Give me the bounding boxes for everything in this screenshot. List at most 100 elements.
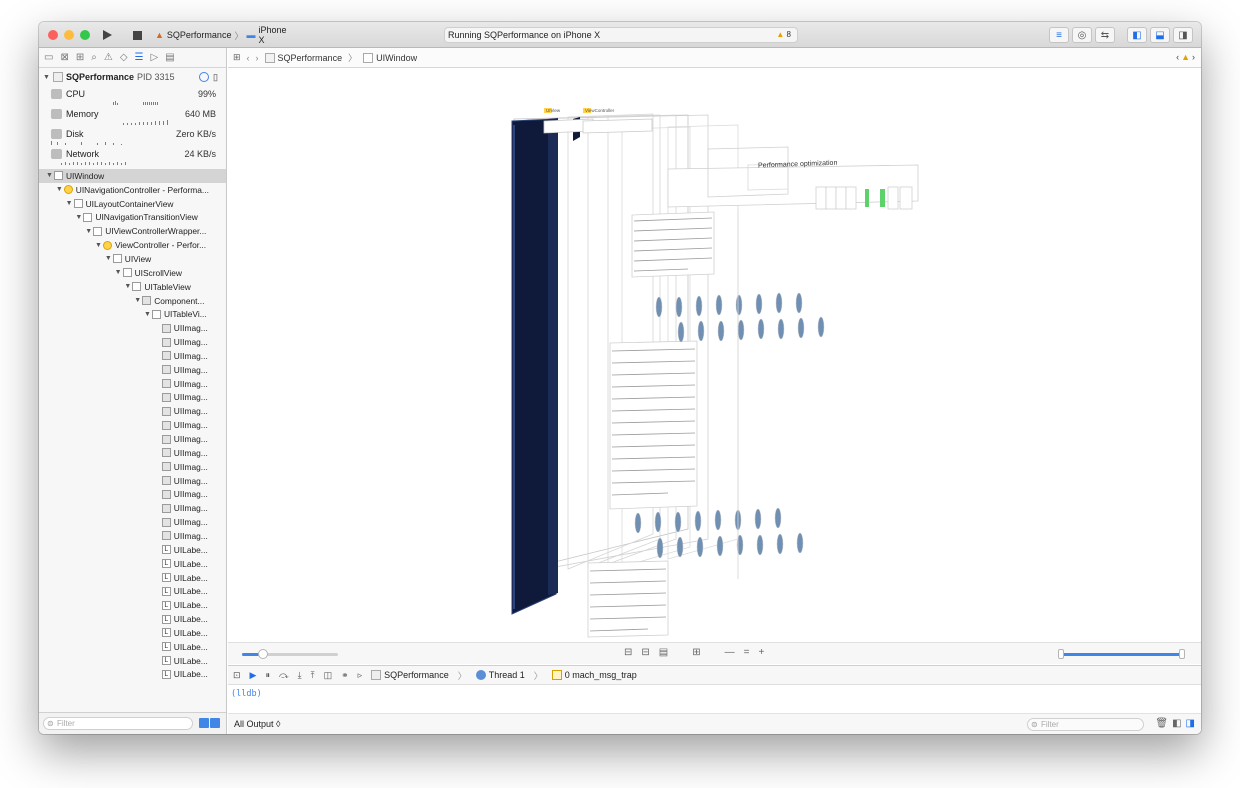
range-slider[interactable] — [1058, 649, 1185, 659]
toggle-navigator-button[interactable]: ◧ — [1127, 27, 1147, 43]
disclosure-icon[interactable]: ▼ — [84, 228, 93, 235]
debug-view-hierarchy-icon[interactable]: ◫ — [324, 670, 333, 681]
version-editor-button[interactable]: ⇆ — [1095, 27, 1115, 43]
output-selector[interactable]: All Output ◊ — [234, 719, 280, 729]
step-over-icon[interactable]: ⤼ — [279, 670, 289, 681]
toggle-utilities-button[interactable]: ◨ — [1173, 27, 1193, 43]
related-items-icon[interactable]: ⊞ — [233, 52, 241, 63]
tree-row[interactable]: ▼ UIViewControllerWrapper... — [39, 224, 226, 238]
navigator-filter-input[interactable]: ⊜ Filter — [43, 717, 193, 730]
gauge-disk[interactable]: Disk Zero KB/s — [39, 126, 226, 146]
gauge-icon[interactable] — [199, 72, 210, 82]
orient-3d-icon[interactable]: ⊞ — [692, 647, 700, 658]
tree-row[interactable]: L UILabe... — [39, 668, 226, 682]
stop-button[interactable] — [129, 27, 145, 43]
zoom-button[interactable] — [80, 30, 90, 40]
scheme-selector[interactable]: ▲ SQPerformance 〉 ▬ iPhone X — [155, 25, 289, 45]
toggle-debug-area-button[interactable]: ⬓ — [1150, 27, 1170, 43]
tree-row[interactable]: UIImag... — [39, 474, 226, 488]
tree-row[interactable]: L UILabe... — [39, 571, 226, 585]
disclosure-icon[interactable]: ▼ — [74, 214, 83, 221]
hide-debug-area-icon[interactable]: ⊡ — [233, 670, 241, 681]
test-icon[interactable]: ◇ — [120, 52, 128, 63]
disclosure-icon[interactable]: ▼ — [55, 186, 64, 193]
show-variables-icon[interactable]: ◧ — [1172, 718, 1181, 729]
tree-row[interactable]: L UILabe... — [39, 557, 226, 571]
warnings-badge[interactable]: ▲ 8 — [776, 30, 791, 39]
tree-row[interactable]: UIImag... — [39, 529, 226, 543]
range-slider-end-knob[interactable] — [1178, 649, 1185, 659]
tree-row[interactable]: ▼ Component... — [39, 294, 226, 308]
tree-row[interactable]: L UILabe... — [39, 626, 226, 640]
tree-row[interactable]: UIImag... — [39, 391, 226, 405]
disclosure-icon[interactable]: ▼ — [143, 311, 152, 318]
forward-button[interactable]: › — [256, 53, 259, 63]
step-out-icon[interactable]: ⤒ — [311, 670, 315, 681]
close-button[interactable] — [48, 30, 58, 40]
tree-row[interactable]: UIImag... — [39, 349, 226, 363]
gauge-cpu[interactable]: CPU 99% — [39, 86, 226, 106]
view-options-icon[interactable]: ▯ — [213, 72, 218, 83]
tree-row[interactable]: L UILabe... — [39, 654, 226, 668]
debug-breadcrumb-frame[interactable]: 0 mach_msg_trap — [551, 670, 637, 680]
run-button[interactable] — [99, 27, 115, 43]
adjust-view-mode-icon[interactable]: ▤ — [659, 647, 668, 658]
tree-row[interactable]: UIImag... — [39, 404, 226, 418]
standard-editor-button[interactable]: ≡ — [1049, 27, 1069, 43]
tree-row[interactable]: L UILabe... — [39, 640, 226, 654]
tree-row[interactable]: ▼ UIScrollView — [39, 266, 226, 280]
tree-row[interactable]: UIImag... — [39, 432, 226, 446]
tree-row[interactable]: ▼ UITableVi... — [39, 308, 226, 322]
tree-row[interactable]: UIImag... — [39, 460, 226, 474]
debug-icon[interactable]: ☰ — [135, 52, 144, 63]
tree-row[interactable]: L UILabe... — [39, 612, 226, 626]
disclosure-icon[interactable]: ▼ — [133, 297, 142, 304]
tree-row[interactable]: UIImag... — [39, 446, 226, 460]
disclosure-icon[interactable]: ▼ — [94, 242, 103, 249]
tree-row[interactable]: L UILabe... — [39, 585, 226, 599]
back-button[interactable]: ‹ — [247, 53, 250, 63]
view-debug-canvas[interactable]: UIView ViewController Performance optimi… — [228, 69, 1201, 641]
gauge-memory[interactable]: Memory 640 MB — [39, 106, 226, 126]
debug-breadcrumb-thread[interactable]: Thread 1 — [475, 670, 525, 680]
process-row[interactable]: ▼ SQPerformance PID 3315 ▯ — [39, 68, 226, 86]
tree-row[interactable]: UIImag... — [39, 363, 226, 377]
trash-icon[interactable]: 🗑 — [1155, 718, 1168, 729]
tree-row[interactable]: UIImag... — [39, 488, 226, 502]
tree-row[interactable]: UIImag... — [39, 335, 226, 349]
range-slider-start-knob[interactable] — [1058, 649, 1064, 659]
breadcrumb-project[interactable]: SQPerformance — [264, 52, 342, 63]
issue-icon[interactable]: ⚠ — [104, 52, 113, 63]
zoom-in-icon[interactable]: + — [758, 647, 764, 658]
tree-row[interactable]: UIImag... — [39, 501, 226, 515]
assistant-editor-button[interactable]: ◎ — [1072, 27, 1092, 43]
minimize-button[interactable] — [64, 30, 74, 40]
pause-icon[interactable]: ⏸ — [265, 670, 270, 681]
tree-row[interactable]: ▼ UILayoutContainerView — [39, 197, 226, 211]
show-constraints-toggle[interactable] — [210, 718, 220, 728]
breadcrumb-item[interactable]: UIWindow — [363, 52, 417, 63]
tree-row[interactable]: ▼ UINavigationTransitionView — [39, 211, 226, 225]
next-issue-button[interactable]: › — [1192, 52, 1195, 62]
spacing-slider-knob[interactable] — [258, 649, 269, 659]
debug-breadcrumb-target[interactable]: SQPerformance — [371, 670, 449, 680]
disclosure-icon[interactable]: ▼ — [104, 255, 113, 262]
source-control-icon[interactable]: ⊠ — [60, 52, 68, 63]
search-icon[interactable]: ⌕ — [91, 52, 97, 63]
tree-row[interactable]: L UILabe... — [39, 543, 226, 557]
show-constraints-icon[interactable]: ⊟ — [641, 647, 649, 658]
disclosure-icon[interactable]: ▼ — [65, 200, 74, 207]
tree-row[interactable]: ▼ UITableView — [39, 280, 226, 294]
disclosure-icon[interactable]: ▼ — [45, 172, 54, 179]
show-hidden-toggle[interactable] — [199, 718, 209, 728]
gauge-network[interactable]: Network 24 KB/s — [39, 146, 226, 166]
tree-row[interactable]: UIImag... — [39, 515, 226, 529]
tree-row[interactable]: UIImag... — [39, 321, 226, 335]
tree-row[interactable]: ▼ ViewController - Perfor... — [39, 238, 226, 252]
tree-row[interactable]: ▼ UINavigationController - Performa... — [39, 183, 226, 197]
exploded-view-hierarchy[interactable]: UIView ViewController Performance optimi… — [228, 69, 1201, 641]
breakpoints-toggle-icon[interactable]: ▶ — [250, 670, 257, 681]
folder-icon[interactable]: ▭ — [44, 52, 53, 63]
zoom-out-icon[interactable]: — — [725, 647, 735, 658]
zoom-actual-icon[interactable]: = — [744, 647, 750, 658]
